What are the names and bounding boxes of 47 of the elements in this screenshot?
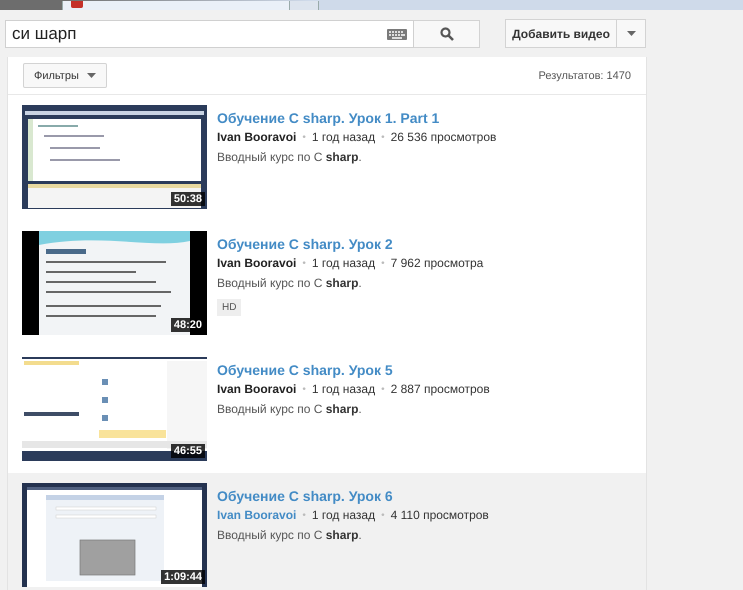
video-description: Вводный курс по C sharp. [217, 402, 362, 416]
keyboard-icon[interactable] [387, 28, 407, 40]
author-link[interactable]: Ivan Booravoi [217, 382, 296, 396]
caret-icon [86, 73, 96, 78]
search-icon [440, 26, 454, 40]
author-link[interactable]: Ivan Booravoi [217, 130, 296, 144]
separator-dot: • [381, 384, 385, 394]
search-button[interactable] [414, 20, 480, 48]
upload-menu-button[interactable] [617, 19, 646, 48]
favicon-icon [71, 1, 83, 8]
caret-icon [626, 31, 636, 36]
video-description: Вводный курс по C sharp. [217, 150, 362, 164]
separator-dot: • [381, 258, 385, 268]
view-count: 2 887 просмотров [390, 382, 490, 396]
view-count: 26 536 просмотров [390, 130, 496, 144]
duration-label: 1:09:44 [161, 570, 205, 584]
upload-age: 1 год назад [312, 256, 376, 270]
filters-button[interactable]: Фильтры [23, 63, 107, 88]
separator-dot: • [302, 132, 306, 142]
hd-badge: HD [217, 299, 242, 316]
results-count: Результатов: 1470 [538, 70, 631, 82]
result-row[interactable]: 1:09:44 Обучение C sharp. Урок 6 Ivan Booravoi • 1 год назад • 4 110 просмотров Вводный курс по C sharp. [8, 473, 646, 590]
video-title-link[interactable]: Обучение C sharp. Урок 2 [217, 236, 393, 252]
video-description: Вводный курс по C sharp. [217, 276, 362, 290]
result-row[interactable]: 46:55 Обучение C sharp. Урок 5 Ivan Booravoi • 1 год назад • 2 887 просмотров Вводный курс по C sharp. [8, 347, 646, 473]
duration-label: 50:38 [170, 192, 205, 206]
upload-age: 1 год назад [312, 130, 376, 144]
separator-dot: • [302, 258, 306, 268]
separator-dot: • [302, 384, 306, 394]
separator-dot: • [381, 510, 385, 520]
search-field[interactable]: си шарп [5, 20, 414, 48]
separator-dot: • [381, 132, 385, 142]
result-row[interactable]: 50:38 Обучение C sharp. Урок 1. Part 1 Ivan Booravoi • 1 год назад • 26 536 просмотров Вводный курс по C sharp. [8, 95, 646, 221]
author-link[interactable]: Ivan Booravoi [217, 256, 296, 270]
upload-age: 1 год назад [312, 508, 376, 522]
upload-button[interactable]: Добавить видео [505, 19, 617, 48]
video-description: Вводный курс по C sharp. [217, 528, 362, 542]
duration-label: 48:20 [170, 318, 205, 332]
browser-tab[interactable] [62, 1, 290, 10]
view-count: 4 110 просмотров [390, 508, 489, 522]
result-row[interactable]: 48:20 Обучение C sharp. Урок 2 Ivan Booravoi • 1 год назад • 7 962 просмотра Вводный курс по C sharp. HD [8, 221, 646, 347]
separator-dot: • [302, 510, 306, 520]
duration-label: 46:55 [170, 444, 205, 458]
video-title-link[interactable]: Обучение C sharp. Урок 5 [217, 362, 393, 378]
view-count: 7 962 просмотра [390, 256, 484, 270]
upload-age: 1 год назад [312, 382, 376, 396]
video-title-link[interactable]: Обучение C sharp. Урок 1. Part 1 [217, 110, 440, 126]
